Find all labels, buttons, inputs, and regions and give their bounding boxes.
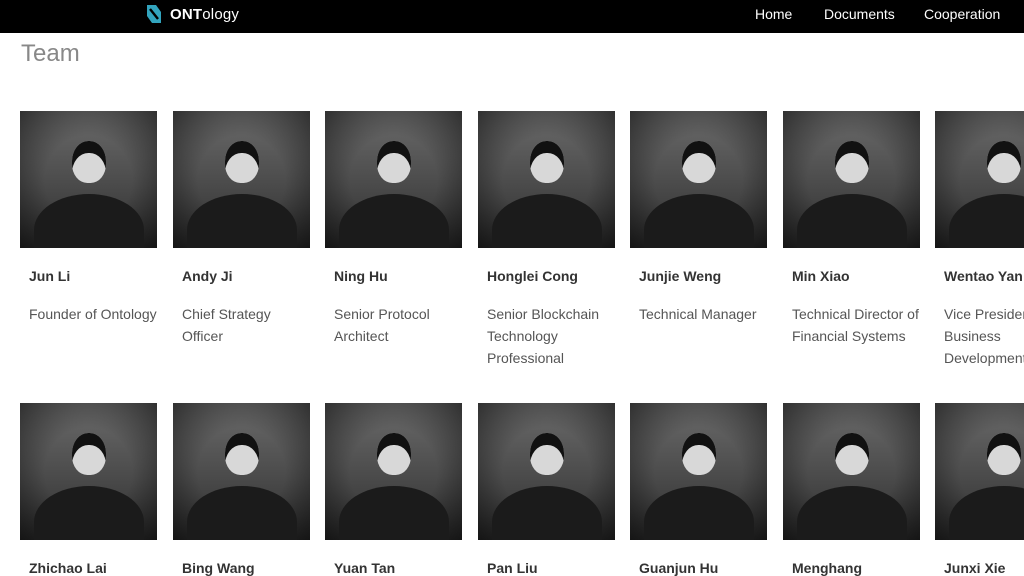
team-member-card: Junxi Xie (935, 403, 1024, 576)
ontology-logo[interactable]: ONTology (144, 3, 239, 25)
nav-cooperation[interactable]: Cooperation (924, 6, 1000, 22)
member-photo (935, 111, 1024, 248)
member-name: Pan Liu (487, 560, 538, 576)
member-role: Founder of Ontology (29, 306, 157, 322)
member-photo (783, 403, 920, 540)
member-photo (630, 111, 767, 248)
team-member-card: Menghang (783, 403, 920, 576)
member-photo (478, 403, 615, 540)
member-photo (20, 403, 157, 540)
member-photo (325, 403, 462, 540)
ontology-logo-icon (147, 5, 161, 23)
member-name: Yuan Tan (334, 560, 396, 576)
member-name: Zhichao Lai (29, 560, 107, 576)
team-member-card: Min Xiao Technical Director of Financial… (783, 111, 920, 344)
team-member-card: Wentao Yan Vice President of Business De… (935, 111, 1024, 366)
member-role: Senior Blockchain Technology Professiona… (487, 306, 600, 366)
member-name: Junjie Weng (639, 268, 722, 284)
brand-name: ONTology (170, 5, 240, 23)
member-name: Guanjun Hu (639, 560, 719, 576)
team-member-card: Yuan Tan (325, 403, 462, 576)
member-name: Honglei Cong (487, 268, 578, 284)
nav-home[interactable]: Home (755, 6, 792, 22)
member-name: Wentao Yan (944, 268, 1023, 284)
team-member-card: Junjie Weng Technical Manager (630, 111, 767, 322)
team-member-card: Pan Liu (478, 403, 615, 576)
team-member-card: Honglei Cong Senior Blockchain Technolog… (478, 111, 615, 366)
team-member-card: Guanjun Hu (630, 403, 767, 576)
team-member-card: Ning Hu Senior Protocol Architect (325, 111, 462, 344)
team-member-card: Bing Wang (173, 403, 310, 576)
member-photo (630, 403, 767, 540)
member-role: Chief Strategy Officer (182, 306, 271, 344)
member-role: Technical Director of Financial Systems (792, 306, 919, 344)
member-photo (478, 111, 615, 248)
member-role: Vice President of Business Development (944, 306, 1024, 366)
member-name: Bing Wang (182, 560, 255, 576)
team-member-card: Andy Ji Chief Strategy Officer (173, 111, 310, 344)
member-name: Menghang (792, 560, 862, 576)
top-navbar: ONTology Home Documents Cooperation (0, 0, 1024, 33)
team-member-card: Jun Li Founder of Ontology (20, 111, 157, 322)
member-photo (173, 111, 310, 248)
team-member-card: Zhichao Lai (20, 403, 157, 576)
member-photo (783, 111, 920, 248)
member-role: Technical Manager (639, 306, 757, 322)
member-photo (935, 403, 1024, 540)
nav-documents[interactable]: Documents (824, 6, 895, 22)
member-role: Senior Protocol Architect (334, 306, 430, 344)
member-photo (173, 403, 310, 540)
member-name: Andy Ji (182, 268, 233, 284)
member-name: Min Xiao (792, 268, 850, 284)
member-name: Jun Li (29, 268, 71, 284)
member-name: Junxi Xie (944, 560, 1006, 576)
member-photo (325, 111, 462, 248)
member-name: Ning Hu (334, 268, 388, 284)
member-photo (20, 111, 157, 248)
page-title: Team (21, 40, 80, 67)
